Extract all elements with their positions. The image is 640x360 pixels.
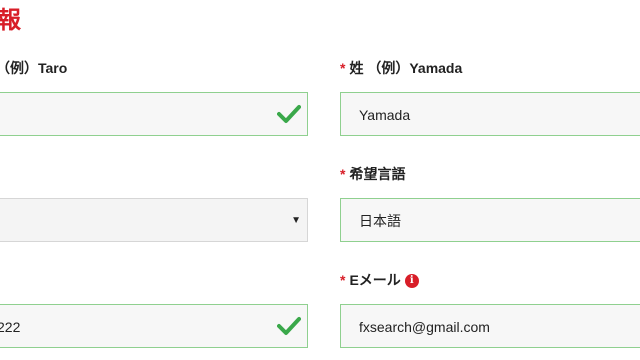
first-name-label: （例）Taro [0, 58, 67, 78]
required-mark: * [340, 272, 346, 288]
email-value: fxsearch@gmail.com [359, 319, 490, 335]
valid-check-icon [277, 105, 301, 123]
valid-check-icon [277, 317, 301, 335]
chevron-down-icon: ▼ [291, 215, 301, 226]
phone-value: 222 [0, 319, 21, 335]
section-title: 報 [0, 7, 21, 34]
last-name-label-text: 姓 （例）Yamada [349, 60, 463, 76]
language-label: * 希望言語 [340, 164, 405, 184]
country-select[interactable]: ▼ [0, 198, 308, 242]
required-mark: * [340, 166, 346, 182]
last-name-field[interactable]: Yamada [340, 92, 640, 136]
first-name-field[interactable] [0, 92, 308, 136]
required-mark: * [340, 60, 346, 76]
language-value: 日本語 [359, 213, 401, 229]
email-label-text: Eメール [349, 272, 401, 288]
first-name-label-text: （例）Taro [0, 60, 68, 76]
info-icon[interactable]: i [404, 274, 419, 289]
language-field[interactable]: 日本語 [340, 198, 640, 242]
phone-field[interactable]: 222 [0, 304, 308, 348]
language-label-text: 希望言語 [349, 166, 406, 182]
last-name-value: Yamada [359, 107, 411, 123]
email-field[interactable]: fxsearch@gmail.com [340, 304, 640, 348]
last-name-label: * 姓 （例）Yamada [340, 58, 462, 78]
email-label: * Eメール i [340, 270, 419, 290]
